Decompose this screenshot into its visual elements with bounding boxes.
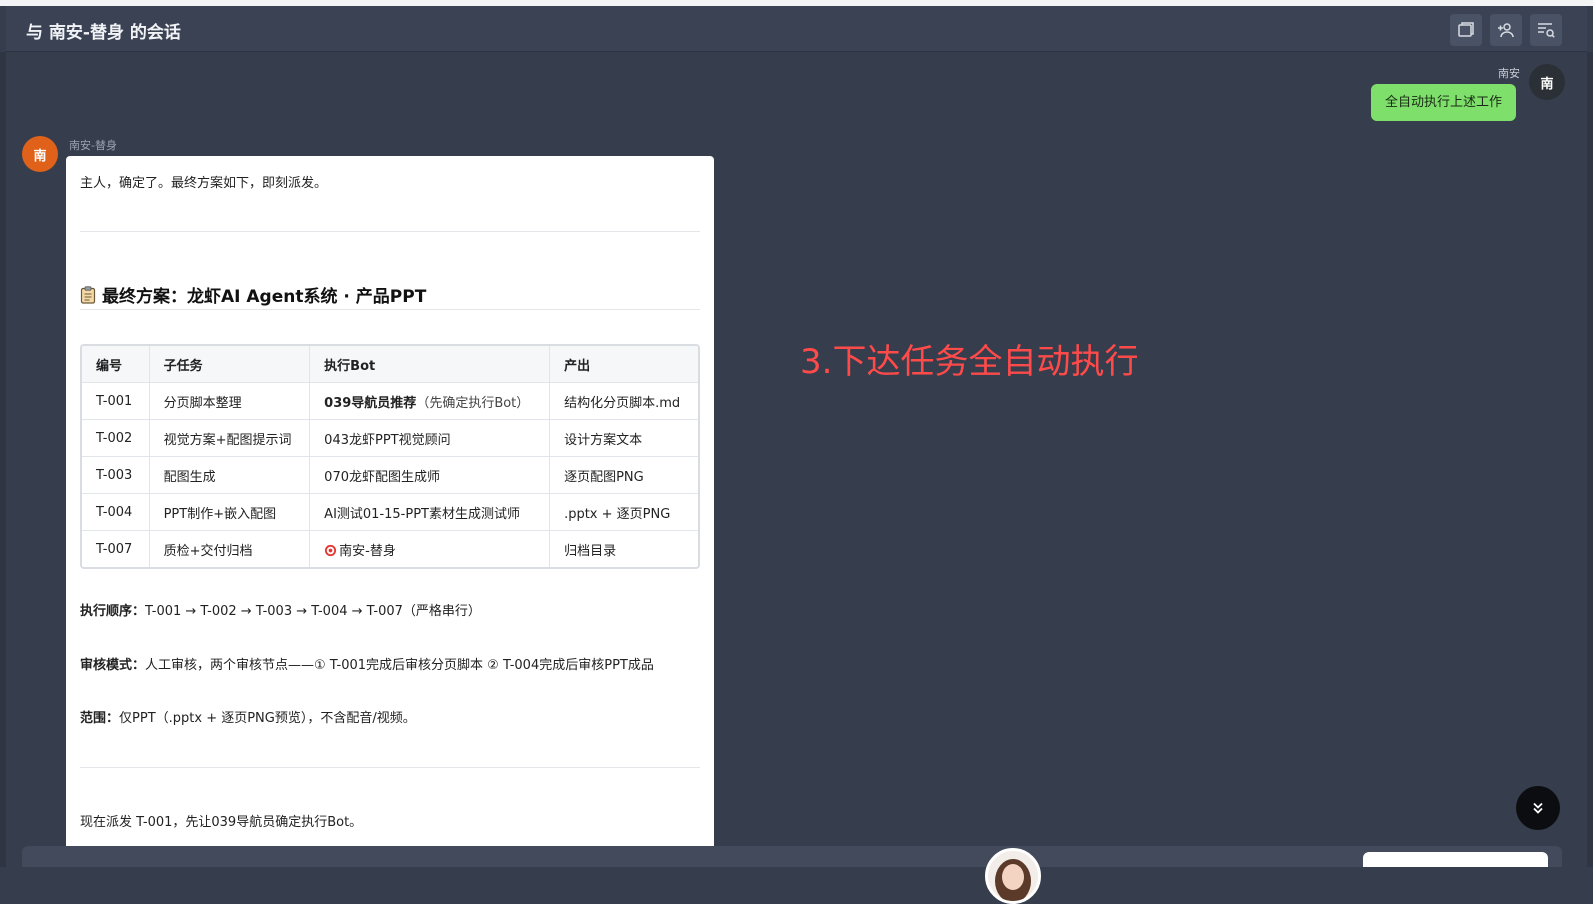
cell-bot: AI测试01-15-PPT素材生成测试师 bbox=[309, 493, 551, 531]
table-row: T-001 分页脚本整理 039导航员推荐（先确定执行Bot） 结构化分页脚本.… bbox=[82, 382, 698, 420]
left-edge bbox=[0, 52, 6, 867]
cell-output: .pptx + 逐页PNG bbox=[549, 493, 698, 531]
cell-output: 归档目录 bbox=[549, 530, 698, 567]
table-row: T-002 视觉方案+配图提示词 043龙虾PPT视觉顾问 设计方案文本 bbox=[82, 419, 698, 457]
cell-output: 结构化分页脚本.md bbox=[549, 382, 698, 420]
user-message-bubble: 全自动执行上述工作 bbox=[1371, 84, 1517, 121]
cell-id: T-007 bbox=[82, 530, 150, 567]
avatar-user[interactable]: 南 bbox=[1529, 64, 1565, 100]
window-button[interactable] bbox=[1450, 14, 1482, 46]
chat-header: 与 南安-替身 的会话 bbox=[6, 6, 1587, 52]
search-history-button[interactable] bbox=[1530, 14, 1562, 46]
closing-line: 现在派发 T-001，先让039导航员确定执行Bot。 bbox=[80, 815, 363, 830]
scope-text: 仅PPT（.pptx + 逐页PNG预览），不含配音/视频。 bbox=[119, 711, 416, 726]
assistant-face-icon bbox=[995, 859, 1031, 901]
col-header-bot: 执行Bot bbox=[309, 346, 551, 383]
right-edge bbox=[1587, 52, 1593, 867]
table-row: T-004 PPT制作+嵌入配图 AI测试01-15-PPT素材生成测试师 .p… bbox=[82, 493, 698, 531]
heading-underline bbox=[80, 309, 700, 310]
execution-order: 执行顺序：T-001 → T-002 → T-003 → T-004 → T-0… bbox=[80, 600, 481, 619]
cell-subtask: PPT制作+嵌入配图 bbox=[148, 493, 311, 531]
clipboard-icon bbox=[80, 285, 96, 304]
scope: 范围：仅PPT（.pptx + 逐页PNG预览），不含配音/视频。 bbox=[80, 707, 416, 726]
target-icon bbox=[325, 544, 337, 556]
cell-bot-name: 039导航员推荐 bbox=[324, 395, 417, 411]
execution-order-text: T-001 → T-002 → T-003 → T-004 → T-007（严格… bbox=[145, 604, 481, 619]
sender-name-user: 南安 bbox=[1498, 67, 1520, 80]
divider bbox=[80, 231, 700, 232]
cell-bot: 039导航员推荐（先确定执行Bot） bbox=[309, 382, 551, 420]
cell-subtask: 视觉方案+配图提示词 bbox=[148, 419, 311, 457]
scroll-to-bottom-button[interactable] bbox=[1516, 786, 1560, 830]
page-title: 与 南安-替身 的会话 bbox=[26, 23, 181, 43]
review-mode: 审核模式：人工审核，两个审核节点——① T-001完成后审核分页脚本 ② T-0… bbox=[80, 654, 654, 673]
double-chevron-down-icon bbox=[1533, 802, 1543, 814]
divider bbox=[80, 767, 700, 768]
cell-output: 逐页配图PNG bbox=[549, 456, 698, 494]
bot-message-card: 主人，确定了。最终方案如下，即刻派发。 最终方案：龙虾AI Agent系统 · … bbox=[66, 156, 714, 846]
avatar-bot[interactable]: 南 bbox=[22, 136, 58, 172]
col-header-output: 产出 bbox=[549, 346, 698, 383]
cell-bot: 043龙虾PPT视觉顾问 bbox=[309, 419, 551, 457]
review-mode-text: 人工审核，两个审核节点——① T-001完成后审核分页脚本 ② T-004完成后… bbox=[145, 658, 654, 673]
table-row: T-007 质检+交付归档 南安-替身 归档目录 bbox=[82, 530, 698, 567]
cell-id: T-004 bbox=[82, 493, 150, 531]
table-header-row: 编号 子任务 执行Bot 产出 bbox=[82, 346, 698, 383]
add-member-icon bbox=[1498, 23, 1514, 38]
cell-output: 设计方案文本 bbox=[549, 419, 698, 457]
bottom-toolbar-panel bbox=[1363, 852, 1548, 867]
scope-label: 范围： bbox=[80, 711, 120, 726]
cell-subtask: 质检+交付归档 bbox=[148, 530, 311, 567]
cell-subtask: 分页脚本整理 bbox=[148, 382, 311, 420]
cell-id: T-002 bbox=[82, 419, 150, 457]
assistant-avatar[interactable] bbox=[985, 848, 1041, 904]
review-mode-label: 审核模式： bbox=[80, 658, 146, 673]
add-member-button[interactable] bbox=[1490, 14, 1522, 46]
plan-heading: 最终方案：龙虾AI Agent系统 · 产品PPT bbox=[80, 282, 426, 307]
cell-bot: 南安-替身 bbox=[309, 530, 551, 567]
message-intro: 主人，确定了。最终方案如下，即刻派发。 bbox=[80, 176, 328, 191]
cell-bot-note: （先确定执行Bot） bbox=[416, 395, 530, 411]
table-row: T-003 配图生成 070龙虾配图生成师 逐页配图PNG bbox=[82, 456, 698, 494]
message-composer[interactable] bbox=[22, 846, 1562, 867]
search-history-icon bbox=[1538, 23, 1555, 38]
task-table: 编号 子任务 执行Bot 产出 T-001 分页脚本整理 039导航员推荐（先确… bbox=[80, 344, 700, 569]
sender-name-bot: 南安-替身 bbox=[69, 139, 117, 152]
annotation-text: 3.下达任务全自动执行 bbox=[800, 342, 1139, 382]
cell-id: T-003 bbox=[82, 456, 150, 494]
cell-subtask: 配图生成 bbox=[148, 456, 311, 494]
col-header-subtask: 子任务 bbox=[148, 346, 311, 383]
cell-id: T-001 bbox=[82, 382, 150, 420]
plan-heading-text: 最终方案：龙虾AI Agent系统 · 产品PPT bbox=[102, 287, 427, 307]
cell-bot-name: 南安-替身 bbox=[339, 543, 396, 559]
window-icon bbox=[1458, 22, 1474, 37]
cell-bot: 070龙虾配图生成师 bbox=[309, 456, 551, 494]
col-header-id: 编号 bbox=[82, 346, 150, 383]
execution-order-label: 执行顺序： bbox=[80, 604, 146, 619]
